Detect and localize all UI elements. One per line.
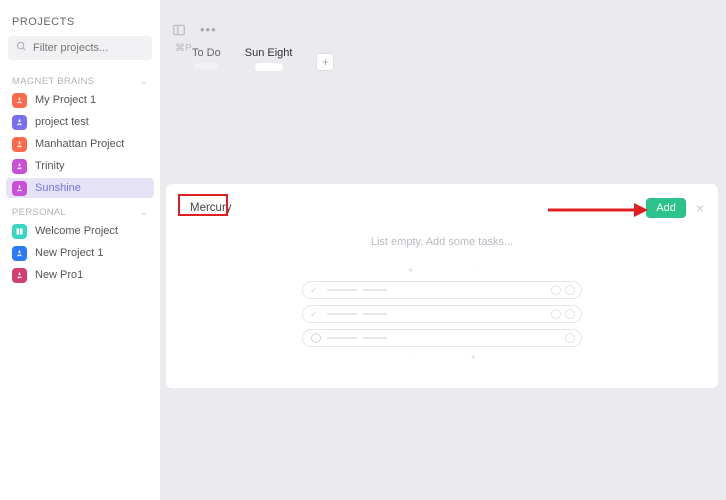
rocket-icon	[12, 246, 27, 261]
more-menu-icon[interactable]: •••	[200, 22, 217, 37]
book-icon	[12, 224, 27, 239]
add-button[interactable]: Add	[646, 198, 686, 218]
project-label: New Pro1	[35, 269, 83, 281]
tab-sun-eight[interactable]: Sun Eight	[245, 47, 293, 71]
main-content: ••• To Do Sun Eight + Mercury Add × List…	[160, 0, 726, 500]
tab-label: Sun Eight	[245, 47, 293, 59]
empty-state-message: List empty. Add some tasks...	[180, 236, 704, 248]
list-panel: Mercury Add × List empty. Add some tasks…	[166, 184, 718, 388]
sidebar-item-sunshine[interactable]: Sunshine	[6, 178, 154, 198]
empty-state-illustration: ✦ · · ✦	[180, 266, 704, 362]
placeholder-task-row	[302, 305, 582, 323]
sidebar-item-trinity[interactable]: Trinity	[6, 156, 154, 176]
list-title[interactable]: Mercury	[180, 198, 242, 218]
chevron-down-icon: ⌄	[140, 76, 148, 87]
topbar: •••	[160, 0, 726, 45]
search-icon	[16, 41, 27, 55]
rocket-icon	[12, 159, 27, 174]
filter-projects-input[interactable]	[33, 42, 175, 54]
sparkle-icon: ✦	[407, 266, 414, 275]
rocket-icon	[12, 268, 27, 283]
tab-label: To Do	[192, 47, 221, 59]
sidebar-item-my-project-1[interactable]: My Project 1	[6, 90, 154, 110]
rocket-icon	[12, 93, 27, 108]
sidebar: PROJECTS ⌘P MAGNET BRAINS ⌄ My Project 1…	[0, 0, 160, 500]
tab-indicator	[194, 63, 218, 69]
tab-to-do[interactable]: To Do	[192, 47, 221, 69]
rocket-icon	[12, 115, 27, 130]
sparkle-icon: ✦	[470, 353, 477, 362]
tabs-row: To Do Sun Eight +	[160, 47, 726, 71]
sidebar-item-welcome-project[interactable]: Welcome Project	[6, 221, 154, 241]
face-icon	[565, 285, 575, 295]
sidebar-item-new-pro1[interactable]: New Pro1	[6, 265, 154, 285]
project-label: Sunshine	[35, 182, 81, 194]
chat-icon	[565, 333, 575, 343]
project-label: Manhattan Project	[35, 138, 124, 150]
section-label: PERSONAL	[12, 207, 66, 218]
project-label: New Project 1	[35, 247, 103, 259]
project-label: Trinity	[35, 160, 65, 172]
sparkle-icon: ·	[474, 266, 477, 275]
sidebar-title: PROJECTS	[0, 10, 160, 36]
close-icon[interactable]: ×	[696, 200, 704, 216]
filter-projects-box[interactable]: ⌘P	[8, 36, 152, 60]
tab-indicator	[255, 63, 283, 71]
section-header-personal[interactable]: PERSONAL ⌄	[0, 203, 160, 220]
sidebar-item-project-test[interactable]: project test	[6, 112, 154, 132]
thumb-icon	[551, 309, 561, 319]
face-icon	[565, 309, 575, 319]
section-label: MAGNET BRAINS	[12, 76, 94, 87]
placeholder-task-row	[302, 281, 582, 299]
sidebar-item-manhattan-project[interactable]: Manhattan Project	[6, 134, 154, 154]
rocket-icon	[12, 137, 27, 152]
section-header-magnet-brains[interactable]: MAGNET BRAINS ⌄	[0, 72, 160, 89]
placeholder-task-row	[302, 329, 582, 347]
attachment-icon	[551, 285, 561, 295]
add-tab-button[interactable]: +	[316, 53, 334, 71]
sidebar-toggle-icon[interactable]	[172, 23, 186, 37]
panel-header: Mercury Add ×	[180, 198, 704, 218]
project-label: Welcome Project	[35, 225, 118, 237]
project-label: project test	[35, 116, 89, 128]
rocket-icon	[12, 181, 27, 196]
sparkle-icon: ·	[407, 353, 410, 362]
chevron-down-icon: ⌄	[140, 207, 148, 218]
sidebar-item-new-project-1[interactable]: New Project 1	[6, 243, 154, 263]
project-label: My Project 1	[35, 94, 96, 106]
